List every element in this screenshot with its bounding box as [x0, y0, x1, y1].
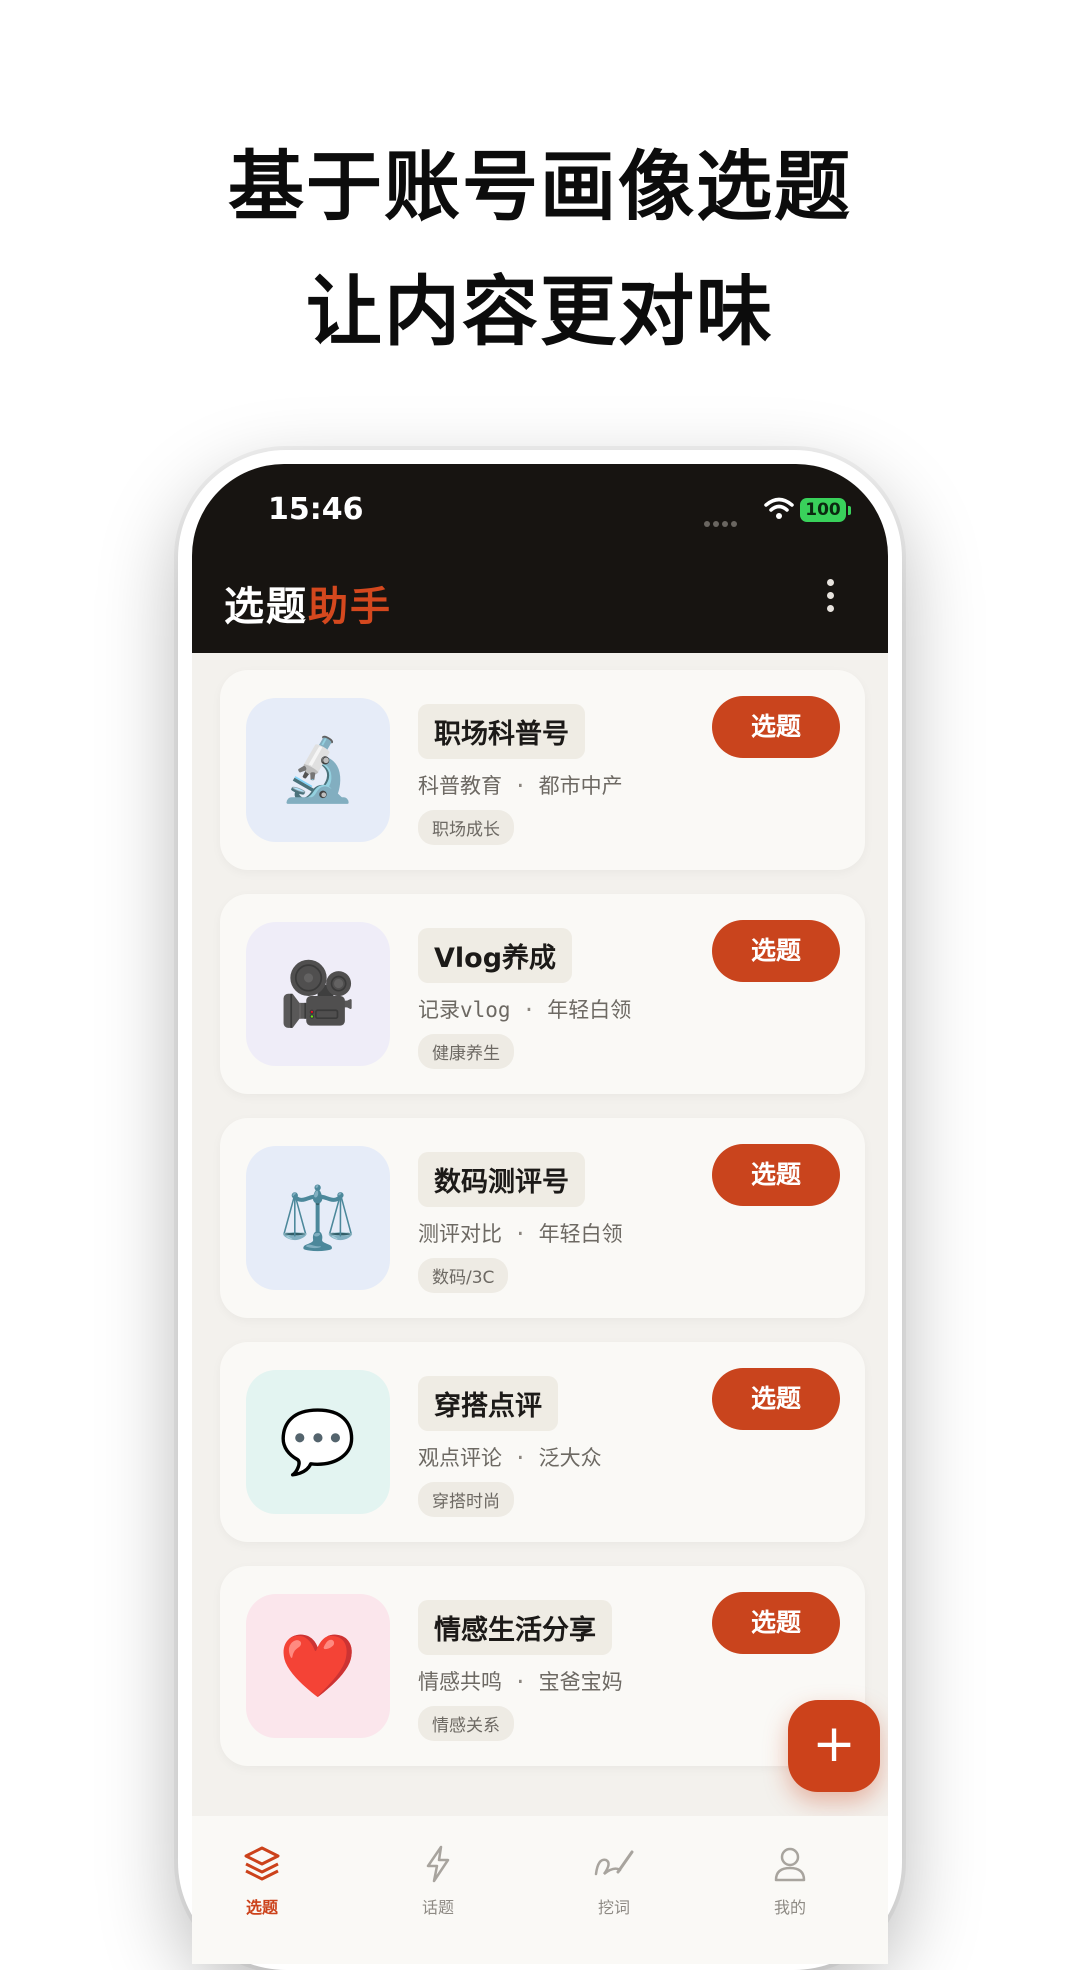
account-card[interactable]: ⚖️ 数码测评号测评对比 · 年轻白领数码/3C 选题	[220, 1118, 865, 1318]
app-header: 15:46 100 选题助手	[192, 464, 888, 653]
account-card[interactable]: 💬 穿搭点评观点评论 · 泛大众 穿搭时尚 选题	[220, 1342, 865, 1542]
separator-dot: ·	[514, 774, 527, 798]
category-tag: 情感关系	[418, 1706, 514, 1741]
target-audience: 泛大众	[538, 1446, 602, 1470]
account-meta: 情感共鸣 · 宝爸宝妈	[418, 1666, 623, 1696]
content-type: 记录vlog	[418, 998, 511, 1022]
add-fab-button[interactable]: +	[788, 1700, 880, 1792]
account-meta: 测评对比 · 年轻白领	[418, 1218, 623, 1248]
content-type: 情感共鸣	[418, 1670, 502, 1694]
pick-topic-button[interactable]: 选题	[712, 1368, 840, 1430]
pick-topic-button[interactable]: 选题	[712, 1592, 840, 1654]
microscope-icon: 🔬	[246, 698, 390, 842]
tab-keywords[interactable]: 挖词	[554, 1844, 674, 1918]
account-name: 穿搭点评	[418, 1376, 558, 1431]
app-title: 选题助手	[224, 574, 392, 632]
separator-dot: ·	[514, 1670, 527, 1694]
account-name: Vlog养成	[418, 928, 573, 983]
app-screen: 15:46 100 选题助手 🔬 职场科普号 科普教育 · 都市中产 职场成长 选题 🎥 Vlo…	[192, 464, 888, 1964]
target-audience: 都市中产	[538, 774, 623, 798]
account-name: 数码测评号	[418, 1152, 585, 1207]
category-tag: 穿搭时尚	[418, 1482, 514, 1517]
content-type: 测评对比	[418, 1222, 502, 1246]
bottom-tab-bar: 选题 话题 挖词 我的	[192, 1816, 888, 1964]
separator-dot: ·	[514, 1446, 527, 1470]
movie-camera-icon: 🎥	[246, 922, 390, 1066]
battery-cap	[848, 506, 851, 515]
heart-icon: ❤️	[246, 1594, 390, 1738]
more-vertical-icon[interactable]	[820, 579, 840, 623]
account-meta: 观点评论 · 泛大众	[418, 1442, 602, 1472]
battery-icon: 100	[800, 498, 846, 522]
content-type: 科普教育	[418, 774, 502, 798]
user-icon	[730, 1844, 850, 1888]
tab-label: 话题	[421, 1898, 454, 1917]
target-audience: 年轻白领	[538, 1222, 623, 1246]
category-tag: 数码/3C	[418, 1258, 509, 1293]
app-title-part1: 选题	[224, 584, 308, 630]
separator-dot: ·	[514, 1222, 527, 1246]
tab-label: 我的	[773, 1898, 806, 1917]
account-card[interactable]: 🎥 Vlog养成记录vlog · 年轻白领健康养生 选题	[220, 894, 865, 1094]
account-meta: 科普教育 · 都市中产	[418, 770, 623, 800]
headline-line-1: 基于账号画像选题	[228, 142, 852, 231]
pick-topic-button[interactable]: 选题	[712, 920, 840, 982]
tab-label: 选题	[245, 1898, 278, 1917]
headline-line-2: 让内容更对味	[306, 267, 774, 356]
layers-icon	[202, 1844, 322, 1888]
separator-dot: ·	[522, 998, 536, 1022]
phone-frame: 15:46 100 选题助手 🔬 职场科普号 科普教育 · 都市中产 职场成长 选题 🎥 Vlo…	[178, 450, 902, 1970]
speech-bubble-icon: 💬	[246, 1370, 390, 1514]
tab-trends[interactable]: 话题	[378, 1844, 498, 1918]
lightning-icon	[378, 1844, 498, 1888]
account-card[interactable]: ❤️ 情感生活分享情感共鸣 · 宝爸宝妈 情感关系 选题	[220, 1566, 865, 1766]
tab-label: 挖词	[597, 1898, 630, 1917]
pen-icon	[554, 1844, 674, 1888]
account-card[interactable]: 🔬 职场科普号科普教育 · 都市中产 职场成长 选题	[220, 670, 865, 870]
signal-icon	[704, 512, 740, 531]
category-tag: 健康养生	[418, 1034, 514, 1069]
content-type: 观点评论	[418, 1446, 502, 1470]
status-time: 15:46	[268, 492, 364, 527]
target-audience: 宝爸宝妈	[538, 1670, 623, 1694]
wifi-icon	[764, 496, 794, 524]
tab-topics[interactable]: 选题	[202, 1844, 322, 1918]
account-meta: 记录vlog · 年轻白领	[418, 994, 631, 1024]
category-tag: 职场成长	[418, 810, 514, 845]
account-name: 职场科普号	[418, 704, 585, 759]
target-audience: 年轻白领	[547, 998, 632, 1022]
tab-profile[interactable]: 我的	[730, 1844, 850, 1918]
account-name: 情感生活分享	[418, 1600, 612, 1655]
app-title-part2: 助手	[308, 584, 392, 630]
pick-topic-button[interactable]: 选题	[712, 696, 840, 758]
pick-topic-button[interactable]: 选题	[712, 1144, 840, 1206]
balance-scale-icon: ⚖️	[246, 1146, 390, 1290]
